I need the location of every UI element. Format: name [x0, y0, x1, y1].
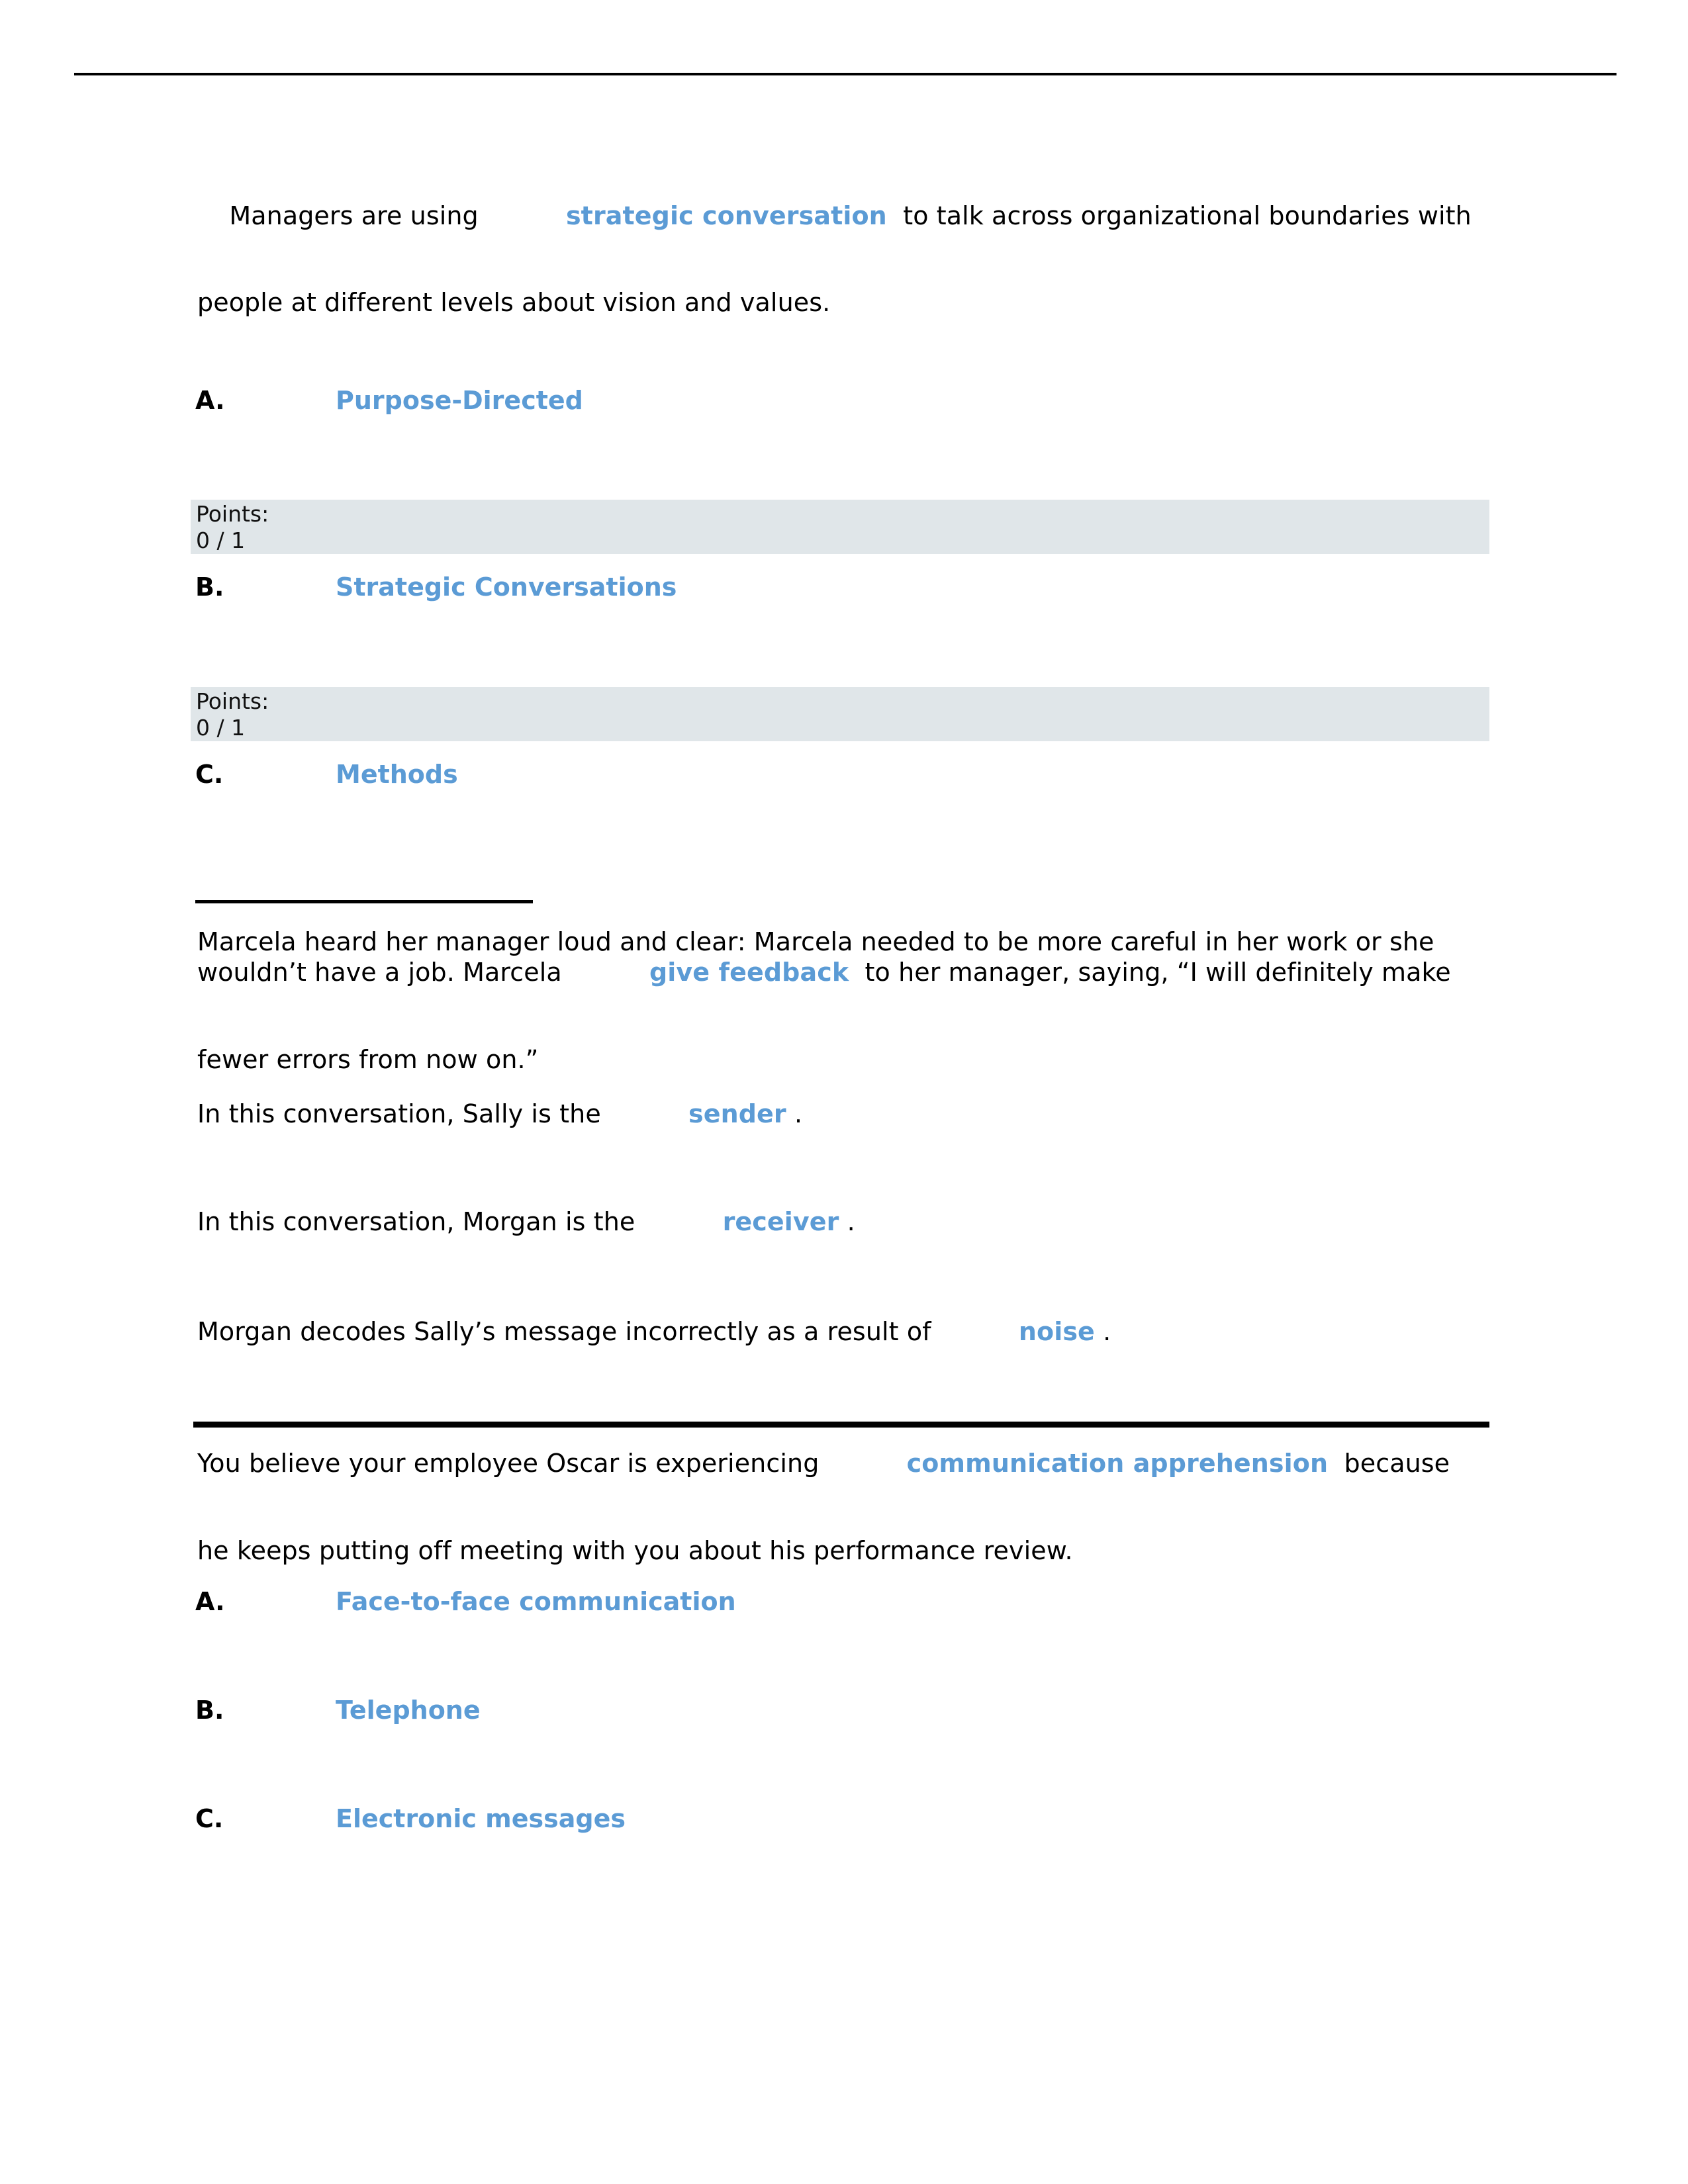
question3-option-b-label[interactable]: Telephone — [336, 1696, 481, 1725]
question2-answer-inline: give feedback — [649, 958, 849, 987]
question1-option-c-label[interactable]: Methods — [336, 760, 458, 789]
question1-option-a-label[interactable]: Purpose-Directed — [336, 386, 583, 415]
question3-option-c-label[interactable]: Electronic messages — [336, 1804, 626, 1833]
question3-option-c-letter: C. — [195, 1804, 224, 1833]
statement-text-after: . — [786, 1099, 803, 1128]
question2-statement-noise: Morgan decodes Sally’s message incorrect… — [197, 1316, 1111, 1347]
question3-option-a-letter: A. — [195, 1587, 225, 1616]
question1-stem-line2: people at different levels about vision … — [197, 288, 831, 317]
statement-text-before: Morgan decodes Sally’s message incorrect… — [197, 1317, 939, 1346]
question2-scenario-text-before: wouldn’t have a job. Marcela — [197, 958, 570, 987]
question2-statement-receiver: In this conversation, Morgan is the rece… — [197, 1206, 855, 1237]
statement-text-after: . — [1094, 1317, 1111, 1346]
question1-option-a-points-band: Points: 0 / 1 — [191, 500, 1489, 554]
section-separator-thick-rule — [193, 1422, 1489, 1428]
points-label: Points: — [196, 688, 269, 714]
document-page: Managers are using strategic conversatio… — [0, 0, 1688, 2184]
question2-scenario-line3: fewer errors from now on.” — [197, 1045, 539, 1074]
statement-text-before: In this conversation, Sally is the — [197, 1099, 610, 1128]
question1-stem-text-before: Managers are using — [213, 201, 487, 230]
question1-option-b-label[interactable]: Strategic Conversations — [336, 572, 677, 602]
question1-option-b-points-band: Points: 0 / 1 — [191, 687, 1489, 741]
question1-option-c-letter: C. — [195, 760, 224, 789]
page-header-rule — [74, 73, 1617, 75]
question3-stem-text-before: You believe your employee Oscar is exper… — [197, 1449, 827, 1478]
question1-answer-inline: strategic conversation — [565, 201, 887, 230]
question3-answer-inline: communication apprehension — [906, 1449, 1329, 1478]
question3-stem-text-after: because — [1328, 1449, 1450, 1478]
points-label: Points: — [196, 501, 269, 527]
section-separator-short-rule — [195, 900, 533, 903]
points-value: 0 / 1 — [196, 527, 246, 553]
question2-scenario-text-after: to her manager, saying, “I will definite… — [849, 958, 1451, 987]
statement-answer-noise: noise — [1018, 1317, 1095, 1346]
statement-answer-sender: sender — [688, 1099, 786, 1128]
question2-scenario-line1: Marcela heard her manager loud and clear… — [197, 927, 1434, 956]
question3-stem-line1: You believe your employee Oscar is exper… — [197, 1448, 1450, 1479]
question1-stem-text-after: to talk across organizational boundaries… — [886, 201, 1472, 230]
question2-scenario-line2: wouldn’t have a job. Marcela give feedba… — [197, 957, 1451, 987]
points-value: 0 / 1 — [196, 715, 246, 741]
question3-option-a-label[interactable]: Face-to-face communication — [336, 1587, 736, 1616]
question1-option-a-letter: A. — [195, 386, 225, 415]
question3-option-b-letter: B. — [195, 1696, 224, 1725]
statement-text-before: In this conversation, Morgan is the — [197, 1207, 643, 1236]
question3-stem-line2: he keeps putting off meeting with you ab… — [197, 1536, 1073, 1565]
question1-stem-line1: Managers are using strategic conversatio… — [213, 201, 1472, 231]
question1-option-b-letter: B. — [195, 572, 224, 602]
statement-text-after: . — [839, 1207, 855, 1236]
question2-statement-sender: In this conversation, Sally is the sende… — [197, 1099, 802, 1129]
statement-answer-receiver: receiver — [722, 1207, 839, 1236]
